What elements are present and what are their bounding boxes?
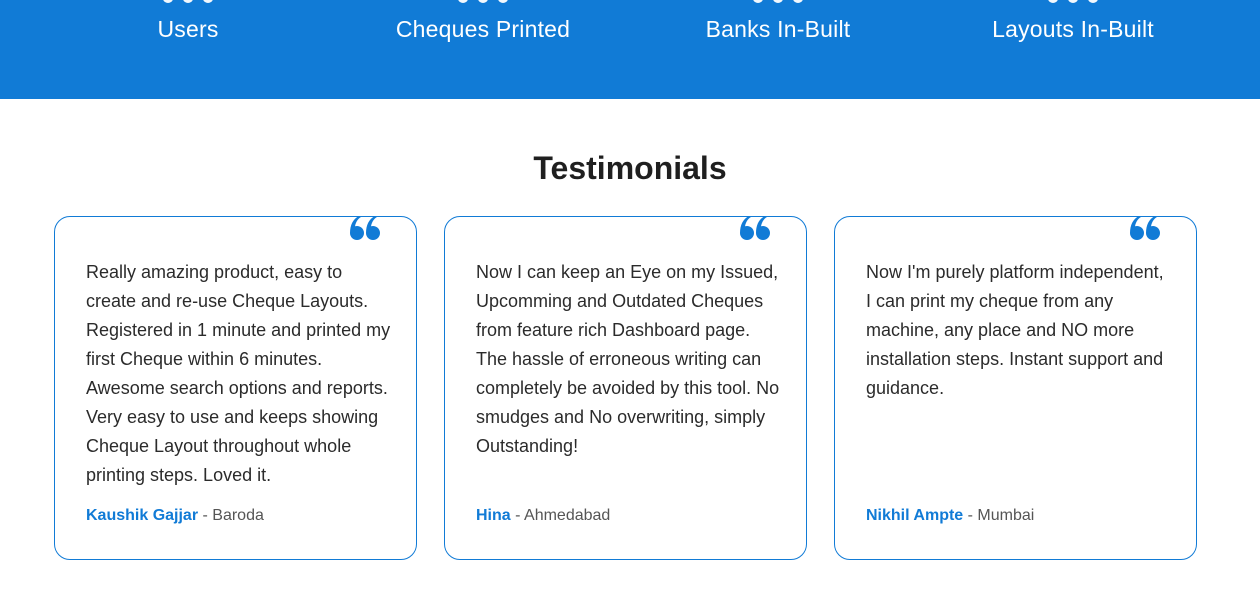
stat-label-users: Users [157, 16, 219, 42]
testimonials-title: Testimonials [533, 150, 727, 186]
author-location: Ahmedabad [524, 507, 611, 524]
stat-number-cutoff [628, 0, 928, 3]
testimonial-text: Really amazing product, easy to create a… [86, 262, 391, 485]
author-name: Hina [476, 507, 511, 524]
testimonial-card: Now I can keep an Eye on my Issued, Upco… [444, 216, 807, 560]
testimonial-text: Now I can keep an Eye on my Issued, Upco… [476, 262, 780, 456]
author-name: Kaushik Gajjar [86, 507, 199, 524]
author-name: Nikhil Ampte [866, 507, 964, 524]
testimonial-author: Hina - Ahmedabad [476, 507, 610, 525]
testimonial-author: Kaushik Gajjar - Baroda [86, 507, 264, 525]
author-separator: - [963, 507, 978, 524]
testimonial-card: Now I'm purely platform independent, I c… [834, 216, 1197, 560]
author-separator: - [510, 507, 525, 524]
author-separator: - [198, 507, 213, 524]
author-location: Baroda [212, 507, 264, 524]
quote-icon [740, 216, 770, 240]
testimonial-text: Now I'm purely platform independent, I c… [866, 262, 1164, 398]
testimonial-card: Really amazing product, easy to create a… [54, 216, 417, 560]
stat-label-cheques-printed: Cheques Printed [395, 16, 571, 42]
stats-band: Users Cheques Printed Banks In-Built Lay… [0, 0, 1260, 99]
stat-number-cutoff [923, 0, 1223, 3]
stat-number-cutoff [38, 0, 338, 3]
stat-label-banks: Banks In-Built [705, 16, 851, 42]
quote-icon [1130, 216, 1160, 240]
stat-number-cutoff [333, 0, 633, 3]
author-location: Mumbai [977, 507, 1035, 524]
quote-icon [350, 216, 380, 240]
stat-label-layouts: Layouts In-Built [992, 16, 1154, 42]
testimonial-author: Nikhil Ampte - Mumbai [866, 507, 1034, 525]
